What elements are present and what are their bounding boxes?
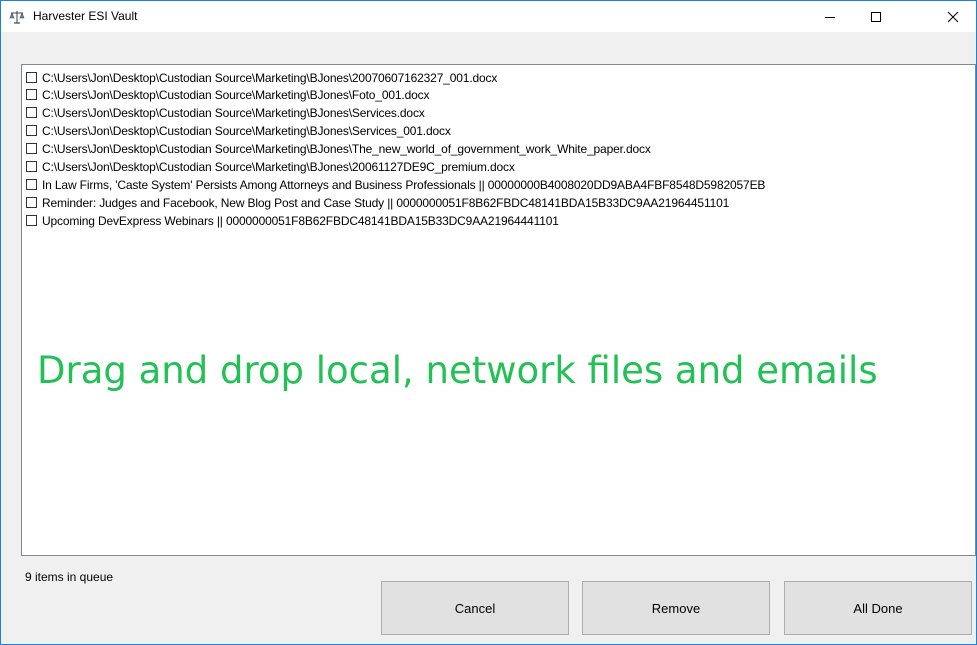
item-checkbox[interactable] bbox=[26, 215, 37, 226]
item-label: In Law Firms, 'Caste System' Persists Am… bbox=[42, 177, 766, 192]
item-checkbox[interactable] bbox=[26, 125, 37, 136]
list-item[interactable]: Reminder: Judges and Facebook, New Blog … bbox=[26, 194, 729, 211]
maximize-button[interactable] bbox=[853, 1, 899, 32]
list-item[interactable]: C:\Users\Jon\Desktop\Custodian Source\Ma… bbox=[26, 122, 451, 139]
list-item[interactable]: C:\Users\Jon\Desktop\Custodian Source\Ma… bbox=[26, 158, 515, 175]
list-item[interactable]: Upcoming DevExpress Webinars || 00000000… bbox=[26, 212, 559, 229]
queue-status: 9 items in queue bbox=[25, 570, 114, 584]
item-checkbox[interactable] bbox=[26, 179, 37, 190]
close-button[interactable] bbox=[930, 1, 976, 32]
all-done-button[interactable]: All Done bbox=[784, 581, 972, 635]
list-item[interactable]: C:\Users\Jon\Desktop\Custodian Source\Ma… bbox=[26, 69, 497, 86]
window-title: Harvester ESI Vault bbox=[33, 9, 138, 23]
close-icon bbox=[947, 11, 959, 22]
item-label: C:\Users\Jon\Desktop\Custodian Source\Ma… bbox=[42, 105, 425, 120]
item-label: C:\Users\Jon\Desktop\Custodian Source\Ma… bbox=[42, 159, 515, 174]
item-label: Upcoming DevExpress Webinars || 00000000… bbox=[42, 213, 559, 228]
item-checkbox[interactable] bbox=[26, 89, 37, 100]
remove-button[interactable]: Remove bbox=[582, 581, 770, 635]
item-label: C:\Users\Jon\Desktop\Custodian Source\Ma… bbox=[42, 123, 451, 138]
item-checkbox[interactable] bbox=[26, 197, 37, 208]
item-checkbox[interactable] bbox=[26, 161, 37, 172]
cancel-button[interactable]: Cancel bbox=[381, 581, 569, 635]
list-item[interactable]: In Law Firms, 'Caste System' Persists Am… bbox=[26, 176, 765, 193]
item-checkbox[interactable] bbox=[26, 143, 37, 154]
item-checkbox[interactable] bbox=[26, 72, 37, 83]
item-label: C:\Users\Jon\Desktop\Custodian Source\Ma… bbox=[42, 141, 651, 156]
maximize-icon bbox=[871, 11, 881, 22]
queue-list[interactable]: C:\Users\Jon\Desktop\Custodian Source\Ma… bbox=[21, 64, 976, 556]
item-label: C:\Users\Jon\Desktop\Custodian Source\Ma… bbox=[42, 70, 498, 85]
item-checkbox[interactable] bbox=[26, 107, 37, 118]
drop-zone-hint: Drag and drop local, network files and e… bbox=[37, 349, 878, 392]
list-item[interactable]: C:\Users\Jon\Desktop\Custodian Source\Ma… bbox=[26, 104, 425, 121]
scales-icon bbox=[9, 9, 25, 25]
main-window: Harvester ESI Vault C:\Users\Jon\Desktop… bbox=[0, 0, 977, 645]
list-item[interactable]: C:\Users\Jon\Desktop\Custodian Source\Ma… bbox=[26, 86, 429, 103]
list-item[interactable]: C:\Users\Jon\Desktop\Custodian Source\Ma… bbox=[26, 140, 651, 157]
item-label: Reminder: Judges and Facebook, New Blog … bbox=[42, 195, 730, 210]
title-bar[interactable]: Harvester ESI Vault bbox=[1, 1, 976, 32]
minimize-icon bbox=[825, 16, 835, 18]
item-label: C:\Users\Jon\Desktop\Custodian Source\Ma… bbox=[42, 87, 430, 102]
minimize-button[interactable] bbox=[807, 1, 853, 32]
